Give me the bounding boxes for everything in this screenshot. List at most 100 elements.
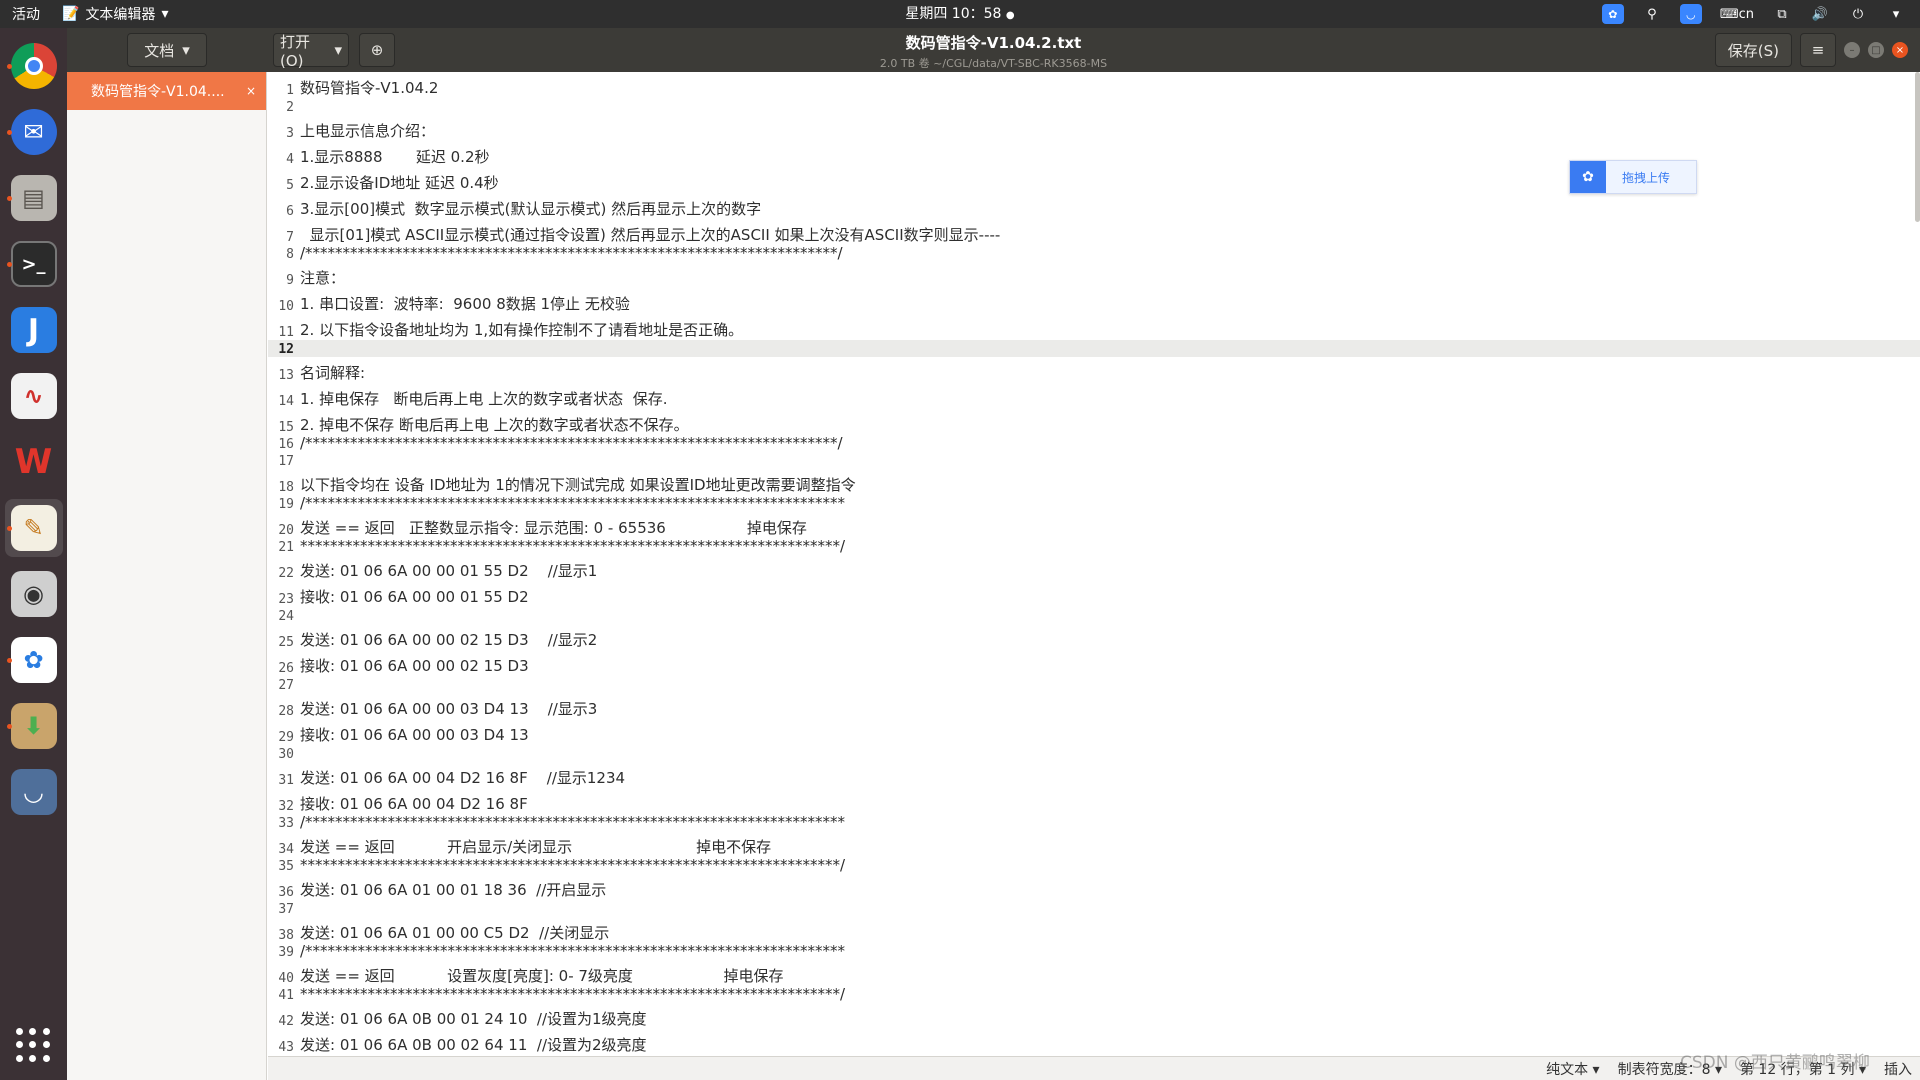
editor-line[interactable]: 41 **************************************…	[268, 985, 1920, 1003]
line-text: 发送: 01 06 6A 01 00 00 C5 D2 //关闭显示	[300, 924, 610, 942]
dock-item-mail[interactable]: ✉	[5, 103, 63, 161]
editor-line[interactable]: 14 1. 掉电保存 断电后再上电 上次的数字或者状态 保存.	[268, 383, 1920, 409]
chevron-down-icon[interactable]: ▾	[1886, 5, 1906, 23]
location-icon[interactable]: ⚲	[1642, 5, 1662, 23]
hamburger-menu-button[interactable]: ≡	[1800, 33, 1836, 67]
power-icon[interactable]: ⏻	[1848, 5, 1868, 23]
editor-line[interactable]: 11 2. 以下指令设备地址均为 1,如有操作控制不了请看地址是否正确。	[268, 314, 1920, 340]
file-manager-icon: ▤	[10, 175, 57, 221]
editor-line[interactable]: 40 发送 == 返回 设置灰度[亮度]: 0- 7级亮度 掉电保存	[268, 960, 1920, 986]
line-number: 29	[278, 730, 294, 745]
line-text: 发送: 01 06 6A 01 00 01 18 36 //开启显示	[300, 881, 607, 899]
save-button[interactable]: 保存(S)	[1714, 33, 1792, 67]
editor-line[interactable]: 36 发送: 01 06 6A 01 00 01 18 36 //开启显示	[268, 874, 1920, 900]
chevron-down-icon: ▾	[334, 41, 342, 59]
vertical-scrollbar[interactable]	[1915, 72, 1920, 222]
editor-line[interactable]: 6 3.显示[00]模式 数字显示模式(默认显示模式) 然后再显示上次的数字	[268, 193, 1920, 219]
editor-line[interactable]: 13 名词解释:	[268, 357, 1920, 383]
editor-line[interactable]: 25 发送: 01 06 6A 00 00 02 15 D3 //显示2	[268, 624, 1920, 650]
editor-line[interactable]: 30	[268, 745, 1920, 762]
cursor-position-selector[interactable]: 第 12 行，第 1 列 ▾	[1740, 1059, 1866, 1079]
documents-button[interactable]: 文档 ▾	[127, 33, 207, 67]
dock-item-chrome[interactable]	[5, 37, 63, 95]
editor-line[interactable]: 9 注意：	[268, 262, 1920, 288]
tab-width-selector[interactable]: 制表符宽度：8 ▾	[1618, 1059, 1722, 1079]
dock-item-screenshot[interactable]: ◉	[5, 565, 63, 623]
editor-line[interactable]: 15 2. 掉电不保存 断电后再上电 上次的数字或者状态不保存。	[268, 409, 1920, 435]
editor-line[interactable]: 42 发送: 01 06 6A 0B 00 01 24 10 //设置为1级亮度	[268, 1003, 1920, 1029]
editor-line[interactable]: 34 发送 == 返回 开启显示/关闭显示 掉电不保存	[268, 831, 1920, 857]
line-text: 1. 串口设置: 波特率: 9600 8数据 1停止 无校验	[300, 295, 630, 313]
editor-line[interactable]: 29 接收: 01 06 6A 00 00 03 D4 13	[268, 719, 1920, 745]
keyboard-icon[interactable]: ⌨ cn	[1720, 5, 1754, 23]
line-text: ****************************************…	[300, 985, 846, 1003]
dock-item-j-app[interactable]: J	[5, 301, 63, 359]
maximize-window-button[interactable]: □	[1868, 42, 1884, 58]
top-panel: 活动 📝 文本编辑器 ▾ 星期四 10：58 ● ✿ ⚲ ◡ ⌨ cn ⧉ 🔊 ⏻…	[0, 0, 1920, 28]
archive-manager-icon: ⬇	[10, 703, 57, 749]
clock[interactable]: 星期四 10：58 ●	[905, 0, 1014, 28]
activities-button[interactable]: 活动	[0, 4, 52, 24]
sidebar-document-item[interactable]: 数码管指令-V1.04.... ×	[67, 72, 266, 110]
dock-item-text-editor[interactable]: ✎	[4, 499, 63, 557]
editor-line[interactable]: 26 接收: 01 06 6A 00 00 02 15 D3	[268, 650, 1920, 676]
line-number: 21	[278, 540, 294, 555]
chrome-icon	[10, 43, 57, 89]
line-text: 2. 掉电不保存 断电后再上电 上次的数字或者状态不保存。	[300, 416, 689, 434]
show-applications-icon[interactable]	[16, 1028, 50, 1062]
editor-line[interactable]: 21 **************************************…	[268, 537, 1920, 555]
editor-line[interactable]: 20 发送 == 返回 正整数显示指令: 显示范围: 0 - 65536 掉电保存	[268, 512, 1920, 538]
editor-line[interactable]: 39 /*************************************…	[268, 942, 1920, 960]
editor-line[interactable]: 3 上电显示信息介绍：	[268, 115, 1920, 141]
editor-line[interactable]: 22 发送: 01 06 6A 00 00 01 55 D2 //显示1	[268, 555, 1920, 581]
app-menu[interactable]: 📝 文本编辑器 ▾	[52, 4, 178, 24]
editor-line[interactable]: 23 接收: 01 06 6A 00 00 01 55 D2	[268, 581, 1920, 607]
editor-line[interactable]: 33 /*************************************…	[268, 813, 1920, 831]
editor-line[interactable]: 10 1. 串口设置: 波特率: 9600 8数据 1停止 无校验	[268, 288, 1920, 314]
network-icon[interactable]: ⧉	[1772, 5, 1792, 23]
new-document-button[interactable]: ⊕	[359, 33, 395, 67]
drag-upload-widget[interactable]: ✿ 拖拽上传	[1569, 160, 1697, 194]
editor-line[interactable]: 28 发送: 01 06 6A 00 00 03 D4 13 //显示3	[268, 693, 1920, 719]
close-document-icon[interactable]: ×	[246, 84, 256, 98]
close-window-button[interactable]: ×	[1892, 42, 1908, 58]
editor-line[interactable]: 17	[268, 452, 1920, 469]
hamburger-menu-icon: ≡	[1811, 41, 1825, 59]
editor-line[interactable]: 31 发送: 01 06 6A 00 04 D2 16 8F //显示1234	[268, 762, 1920, 788]
headerbar-right: 保存(S) ≡ – □ ×	[1714, 33, 1920, 67]
dock-item-files[interactable]: ▤	[5, 169, 63, 227]
line-number: 17	[278, 454, 294, 469]
text-editor-area[interactable]: 1 数码管指令-V1.04.2 2 3 上电显示信息介绍： 4 1.显示8888 延迟 0.…	[268, 72, 1920, 1056]
minimize-window-button[interactable]: –	[1844, 42, 1860, 58]
dock-item-baidu-netdisk[interactable]: ✿	[5, 631, 63, 689]
editor-lines: 1 数码管指令-V1.04.2 2 3 上电显示信息介绍： 4 1.显示8888 延迟 0.…	[268, 72, 1920, 1055]
dock-item-pdf-reader[interactable]: ∿	[5, 367, 63, 425]
editor-line[interactable]: 32 接收: 01 06 6A 00 04 D2 16 8F	[268, 788, 1920, 814]
baidu-netdisk-tray-icon[interactable]: ✿	[1601, 4, 1624, 24]
volume-icon[interactable]: 🔊	[1810, 5, 1830, 23]
editor-line[interactable]: 27	[268, 676, 1920, 693]
dock-item-wps[interactable]: W	[5, 433, 63, 491]
editor-line[interactable]: 37	[268, 900, 1920, 917]
dock-item-terminal[interactable]: >_	[5, 235, 63, 293]
editor-line[interactable]: 38 发送: 01 06 6A 01 00 00 C5 D2 //关闭显示	[268, 917, 1920, 943]
editor-line[interactable]: 19 /*************************************…	[268, 494, 1920, 512]
editor-line[interactable]: 8 /**************************************…	[268, 244, 1920, 262]
editor-line[interactable]: 35 **************************************…	[268, 856, 1920, 874]
running-indicator	[6, 658, 12, 663]
editor-line[interactable]: 24	[268, 607, 1920, 624]
editor-line[interactable]: 1 数码管指令-V1.04.2	[268, 72, 1920, 98]
editor-line[interactable]: 12	[268, 340, 1920, 357]
open-button[interactable]: 打开(O) ▾	[273, 33, 349, 70]
editor-line[interactable]: 7 显示[01]模式 ASCII显示模式(通过指令设置) 然后再显示上次的ASC…	[268, 219, 1920, 245]
dock-item-monitor[interactable]: ◡	[5, 763, 63, 821]
editor-line[interactable]: 2	[268, 98, 1920, 115]
chevron-down-icon: ▾	[182, 41, 190, 59]
editor-line[interactable]: 16 /*************************************…	[268, 434, 1920, 452]
editor-line[interactable]: 18 以下指令均在 设备 ID地址为 1的情况下测试完成 如果设置ID地址更改需要…	[268, 469, 1920, 495]
dock-item-archive[interactable]: ⬇	[5, 697, 63, 755]
language-mode-selector[interactable]: 纯文本 ▾	[1546, 1059, 1599, 1079]
app-indicator-icon[interactable]: ◡	[1679, 4, 1702, 24]
editor-line[interactable]: 43 发送: 01 06 6A 0B 00 02 64 11 //设置为2级亮度	[268, 1029, 1920, 1055]
line-text: 以下指令均在 设备 ID地址为 1的情况下测试完成 如果设置ID地址更改需要调整…	[300, 476, 856, 494]
